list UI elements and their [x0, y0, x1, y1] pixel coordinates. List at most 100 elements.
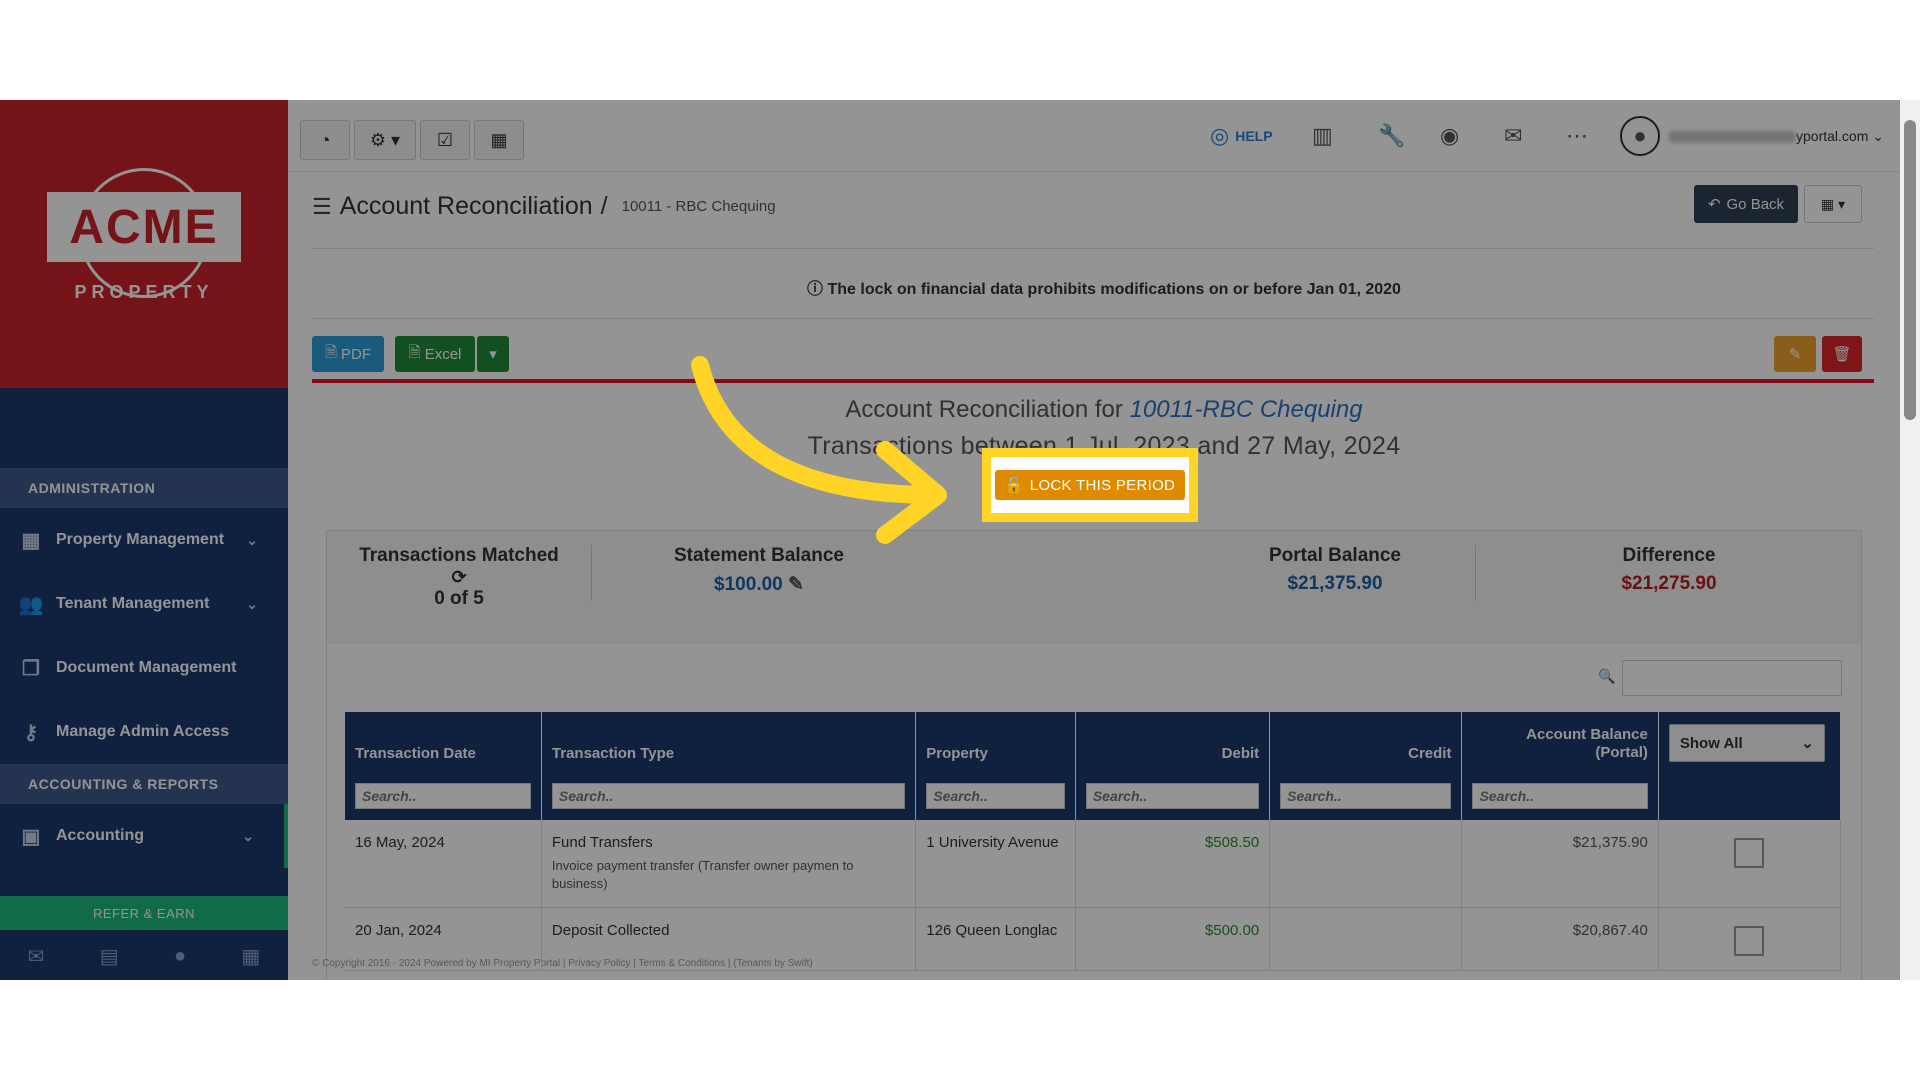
- search-icon: 🔍: [1598, 668, 1616, 684]
- balance-cell: $21,375.90: [1461, 820, 1659, 908]
- more-options-icon[interactable]: ⋯: [1566, 120, 1588, 152]
- chevron-down-icon: ⌄: [246, 531, 258, 548]
- help-button[interactable]: ◎ HELP: [1210, 120, 1273, 152]
- user-menu[interactable]: yportal.com ⌄: [1668, 128, 1884, 145]
- excel-export-button[interactable]: 🗎 Excel: [395, 336, 475, 372]
- transactions-table: Transaction Date Transaction Type Proper…: [345, 712, 1842, 971]
- search-cell: [345, 772, 542, 820]
- table-row[interactable]: 16 May, 2024 Fund Transfers Invoice paym…: [345, 820, 1842, 908]
- view-options-dropdown[interactable]: ▦ ▾: [1804, 185, 1862, 223]
- lock-notice-text: The lock on financial data prohibits mod…: [827, 281, 1401, 298]
- matched-summary: Transactions Matched ⟳ 0 of 5: [327, 545, 591, 610]
- user-icon[interactable]: ●: [174, 945, 186, 968]
- go-back-label: Go Back: [1726, 195, 1785, 213]
- sidebar-section-accounting: ACCOUNTING & REPORTS: [0, 764, 288, 804]
- calculator-icon[interactable]: ▦: [241, 944, 260, 969]
- calculator-icon: ▦: [490, 129, 508, 150]
- column-header[interactable]: Debit: [1075, 712, 1271, 772]
- search-cell: [1075, 772, 1271, 820]
- settings-dropdown-button[interactable]: ⚙ ▾: [354, 120, 416, 160]
- table-search-input[interactable]: [1622, 660, 1842, 696]
- match-cell: [1658, 820, 1842, 908]
- type-search-input[interactable]: [551, 783, 906, 809]
- breadcrumb-separator: /: [600, 192, 608, 220]
- unlock-icon: 🔓: [1004, 477, 1024, 494]
- credit-search-input[interactable]: [1280, 783, 1452, 809]
- scrollbar-thumb[interactable]: [1904, 120, 1916, 420]
- eye-icon[interactable]: ◉: [1440, 120, 1459, 152]
- pdf-export-button[interactable]: 🗎 PDF: [312, 336, 384, 372]
- envelope-icon[interactable]: ✉: [1504, 120, 1522, 152]
- chevron-down-icon: ⌄: [1801, 735, 1814, 752]
- credit-cell: [1269, 907, 1463, 971]
- lock-period-highlight: 🔓 LOCK THIS PERIOD: [982, 448, 1198, 522]
- documents-icon: ❐: [22, 657, 40, 680]
- difference-summary: Difference $21,275.90: [1475, 545, 1863, 595]
- delete-button[interactable]: 🗑: [1822, 336, 1862, 372]
- difference-label: Difference: [1622, 545, 1716, 566]
- balance-search-input[interactable]: [1472, 783, 1648, 809]
- lock-period-label: LOCK THIS PERIOD: [1029, 476, 1176, 494]
- building-icon: ▦: [21, 529, 41, 552]
- sidebar-item-label: Manage Admin Access: [56, 723, 230, 740]
- sidebar-item-document-management[interactable]: ❐ Document Management: [0, 636, 288, 700]
- users-icon: 👥: [18, 593, 44, 616]
- ledger-icon: ☰: [312, 193, 332, 219]
- show-all-select[interactable]: Show All ⌄: [1668, 724, 1825, 762]
- column-header[interactable]: Transaction Date: [345, 712, 542, 772]
- match-checkbox[interactable]: [1734, 926, 1765, 956]
- wrench-icon[interactable]: 🔧: [1378, 120, 1405, 152]
- type-text: Deposit Collected: [551, 922, 670, 939]
- property-search-input[interactable]: [926, 783, 1065, 809]
- column-header[interactable]: Transaction Type: [541, 712, 917, 772]
- briefcase-icon[interactable]: ▤: [100, 944, 119, 969]
- mail-icon[interactable]: ✉: [28, 944, 45, 969]
- debit-search-input[interactable]: [1085, 783, 1260, 809]
- trash-icon: 🗑: [1832, 346, 1852, 363]
- file-pdf-icon: 🗎: [324, 343, 338, 361]
- page-scrollbar[interactable]: [1900, 100, 1920, 980]
- excel-dropdown-toggle[interactable]: ▾: [477, 336, 509, 372]
- refer-earn-button[interactable]: REFER & EARN: [0, 896, 288, 930]
- sidebar-item-tenant-management[interactable]: 👥 Tenant Management ⌄: [0, 572, 288, 636]
- logo[interactable]: ACME PROPERTY: [0, 100, 288, 388]
- sidebar-item-label: Property Management: [56, 531, 225, 548]
- sidebar-item-accounting[interactable]: ▣ Accounting ⌄: [0, 804, 288, 868]
- search-cell: [915, 772, 1076, 820]
- sidebar-item-manage-admin-access[interactable]: ⚷ Manage Admin Access: [0, 700, 288, 764]
- match-checkbox[interactable]: [1734, 838, 1765, 868]
- date-search-input[interactable]: [355, 783, 531, 809]
- column-header[interactable]: Account Balance (Portal): [1461, 712, 1659, 772]
- reports-chart-icon[interactable]: ▥: [1312, 120, 1333, 152]
- dashboard-icon: ◔: [319, 129, 331, 150]
- undo-icon: ↶: [1707, 196, 1721, 213]
- reconciliation-summary: Transactions Matched ⟳ 0 of 5 Statement …: [326, 530, 1862, 645]
- sidebar-item-label: Accounting: [56, 827, 144, 844]
- search-cell: [541, 772, 917, 820]
- table-row[interactable]: 20 Jan, 2024 Deposit Collected 126 Queen…: [345, 907, 1842, 971]
- dashboard-button[interactable]: ◔: [300, 120, 350, 160]
- calendar-button[interactable]: ☑: [420, 120, 470, 160]
- type-cell: Deposit Collected: [541, 907, 917, 971]
- edit-button[interactable]: ✎: [1774, 336, 1816, 372]
- lock-period-button[interactable]: 🔓 LOCK THIS PERIOD: [994, 470, 1186, 500]
- matched-value: 0 of 5: [434, 588, 484, 609]
- portal-label: Portal Balance: [1269, 545, 1401, 566]
- table-header-row: Transaction Date Transaction Type Proper…: [345, 712, 1842, 772]
- info-icon: ⓘ: [807, 281, 828, 298]
- property-cell: 126 Queen Longlac: [915, 907, 1076, 971]
- column-header[interactable]: Property: [915, 712, 1076, 772]
- calculator-button[interactable]: ▦: [474, 120, 524, 160]
- edit-icon: ✎: [1788, 346, 1802, 363]
- column-header[interactable]: Credit: [1269, 712, 1463, 772]
- search-cell: [1269, 772, 1463, 820]
- divider: [312, 318, 1874, 319]
- go-back-button[interactable]: ↶ Go Back: [1694, 185, 1798, 223]
- excel-label: Excel: [424, 345, 462, 363]
- sidebar-item-property-management[interactable]: ▦ Property Management ⌄: [0, 508, 288, 572]
- debit-cell: $508.50: [1075, 820, 1271, 908]
- logo-subtext: PROPERTY: [74, 282, 214, 302]
- refresh-icon[interactable]: ⟳: [327, 567, 591, 588]
- avatar[interactable]: ●: [1620, 116, 1660, 156]
- search-cell: [1658, 772, 1842, 820]
